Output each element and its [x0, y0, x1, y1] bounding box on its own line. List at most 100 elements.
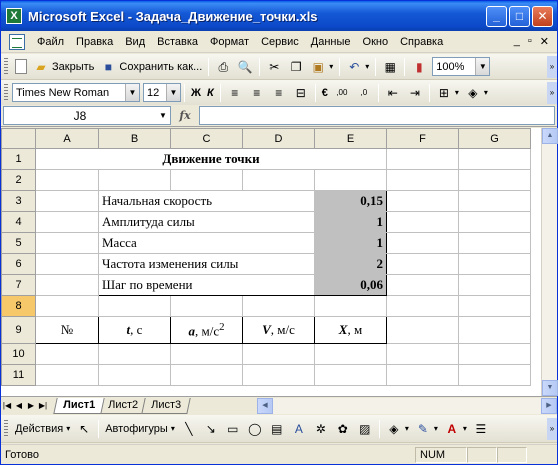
toolbar-grip[interactable] — [4, 83, 8, 102]
rectangle-button[interactable]: ▭ — [222, 419, 244, 439]
textbox-button[interactable]: ▤ — [266, 419, 288, 439]
select-all-corner[interactable] — [1, 128, 36, 149]
sheet-tab-3[interactable]: Лист3 — [141, 397, 191, 414]
cell[interactable] — [458, 253, 531, 275]
font-select[interactable]: Times New Roman ▼ — [12, 83, 140, 102]
doc-restore-button[interactable]: ▫ — [528, 35, 532, 48]
diagram-button[interactable]: ✲ — [310, 419, 332, 439]
row-header-2[interactable]: 2 — [1, 169, 36, 191]
scroll-up-icon[interactable]: ▲ — [542, 128, 558, 144]
menu-format[interactable]: Формат — [204, 36, 255, 48]
fill-color-button[interactable]: ◈ ▾ — [462, 83, 491, 103]
research-button[interactable]: ▦ — [379, 57, 401, 77]
column-header-a[interactable]: A — [35, 128, 99, 149]
last-sheet-icon[interactable]: ▶| — [37, 401, 49, 410]
column-header-c[interactable]: C — [170, 128, 243, 149]
row-header-7[interactable]: 7 — [1, 274, 36, 296]
toolbar-options-icon[interactable]: » — [547, 55, 557, 78]
cell[interactable] — [458, 232, 531, 254]
minimize-button[interactable]: _ — [486, 6, 507, 27]
wordart-button[interactable]: A — [288, 419, 310, 439]
param-value-cell[interactable]: 1 — [314, 232, 387, 254]
param-label-cell[interactable]: Масса — [98, 232, 315, 254]
column-header-e[interactable]: E — [314, 128, 387, 149]
save-as-button[interactable]: ■ Сохранить как... — [97, 57, 205, 77]
sheet-tab-1[interactable]: Лист1 — [53, 397, 105, 414]
cell[interactable] — [35, 169, 99, 191]
horizontal-scrollbar[interactable]: ◀ ▶ — [257, 397, 557, 414]
cell[interactable] — [386, 295, 459, 317]
row-header-8[interactable]: 8 — [1, 295, 36, 317]
insert-function-icon[interactable]: fx — [171, 109, 199, 122]
cell[interactable] — [458, 274, 531, 296]
merge-center-button[interactable]: ⊟ — [290, 83, 312, 103]
vertical-scrollbar[interactable]: ▲ ▼ — [541, 128, 558, 396]
param-label-cell[interactable]: Начальная скорость — [98, 190, 315, 212]
cell[interactable] — [98, 169, 171, 191]
cell[interactable] — [98, 295, 171, 317]
cell[interactable] — [458, 343, 531, 365]
toolbar-options-icon[interactable]: » — [547, 417, 557, 440]
menu-help[interactable]: Справка — [394, 36, 449, 48]
cell[interactable] — [242, 169, 315, 191]
row-header-5[interactable]: 5 — [1, 232, 36, 254]
param-label-cell[interactable]: Частота изменения силы — [98, 253, 315, 275]
borders-button[interactable]: ⊞ ▾ — [433, 83, 462, 103]
italic-button[interactable]: К — [204, 83, 217, 103]
chart-wizard-button[interactable]: ▮ — [408, 57, 430, 77]
header-cell-position[interactable]: X, м — [314, 316, 387, 344]
arrow-button[interactable]: ↘ — [200, 419, 222, 439]
param-value-cell[interactable]: 1 — [314, 211, 387, 233]
row-header-6[interactable]: 6 — [1, 253, 36, 275]
undo-button[interactable]: ↶ ▾ — [343, 57, 372, 77]
row-header-9[interactable]: 9 — [1, 316, 36, 344]
print-button[interactable]: ⎙ — [212, 57, 234, 77]
cell[interactable] — [386, 169, 459, 191]
cell[interactable] — [242, 343, 315, 365]
cell[interactable] — [242, 295, 315, 317]
line-style-button[interactable]: ☰ — [470, 419, 492, 439]
cell[interactable] — [314, 295, 387, 317]
cell[interactable] — [35, 364, 99, 386]
decrease-indent-button[interactable]: ⇤ — [382, 83, 404, 103]
param-value-cell[interactable]: 2 — [314, 253, 387, 275]
cell[interactable] — [386, 190, 459, 212]
cell[interactable] — [98, 364, 171, 386]
cell[interactable] — [314, 343, 387, 365]
cell[interactable] — [458, 295, 531, 317]
cut-button[interactable]: ✂ — [263, 57, 285, 77]
paste-button[interactable]: ▣ ▾ — [307, 57, 336, 77]
sheet-tab-2[interactable]: Лист2 — [98, 397, 148, 414]
toolbar-grip[interactable] — [4, 419, 8, 438]
copy-button[interactable]: ❐ — [285, 57, 307, 77]
menu-view[interactable]: Вид — [119, 36, 151, 48]
new-button[interactable] — [12, 57, 30, 77]
toolbar-grip[interactable] — [4, 57, 8, 76]
param-value-cell[interactable]: 0,15 — [314, 190, 387, 212]
cell[interactable] — [35, 232, 99, 254]
close-button[interactable]: ✕ — [532, 6, 553, 27]
zoom-select[interactable]: 100% ▼ — [432, 57, 491, 76]
clipart-button[interactable]: ✿ — [332, 419, 354, 439]
select-objects-button[interactable]: ↖ — [73, 419, 95, 439]
decrease-decimal-button[interactable]: ,0 — [353, 83, 375, 103]
cell[interactable] — [386, 274, 459, 296]
cell[interactable] — [314, 169, 387, 191]
doc-minimize-button[interactable]: _ — [514, 35, 520, 48]
row-header-3[interactable]: 3 — [1, 190, 36, 212]
menu-insert[interactable]: Вставка — [151, 36, 204, 48]
cell[interactable] — [386, 211, 459, 233]
menu-data[interactable]: Данные — [305, 36, 357, 48]
prev-sheet-icon[interactable]: ◀ — [13, 401, 25, 410]
cell[interactable] — [458, 211, 531, 233]
cell[interactable] — [386, 364, 459, 386]
align-right-button[interactable]: ≡ — [268, 83, 290, 103]
cell[interactable] — [98, 343, 171, 365]
fill-color-button[interactable]: ◈ ▾ — [383, 419, 412, 439]
menu-tools[interactable]: Сервис — [255, 36, 305, 48]
autoshapes-menu[interactable]: Автофигуры ▾ — [102, 419, 178, 439]
oval-button[interactable]: ◯ — [244, 419, 266, 439]
cell[interactable] — [386, 343, 459, 365]
increase-decimal-button[interactable]: ,00 — [331, 83, 353, 103]
cell[interactable] — [458, 364, 531, 386]
